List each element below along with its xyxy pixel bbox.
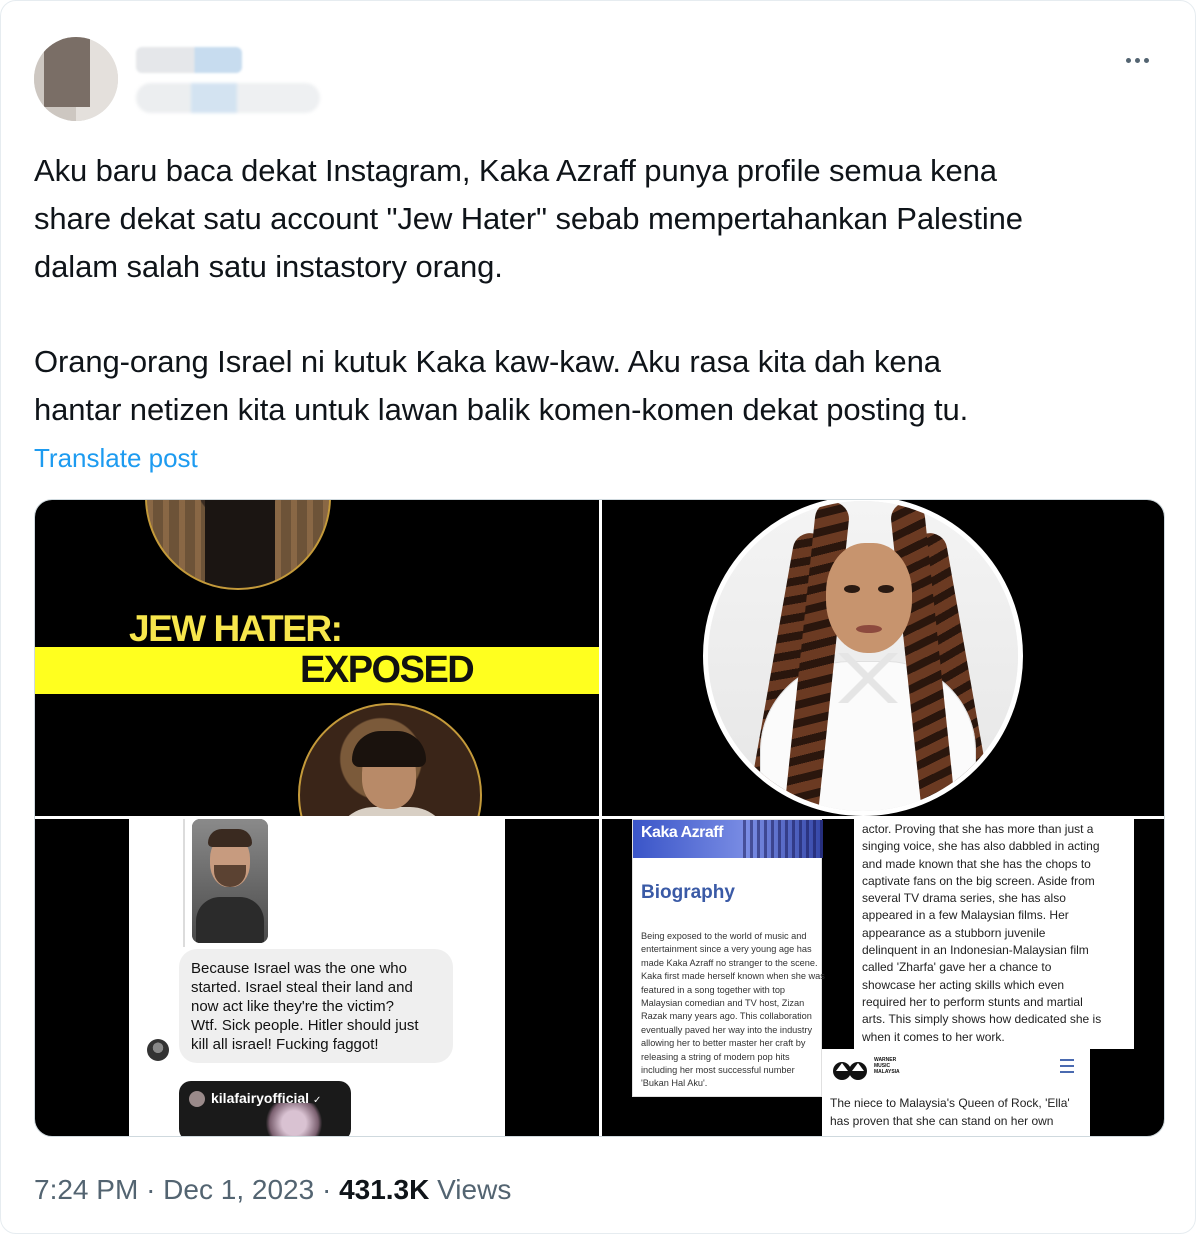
portrait-hair [352, 731, 426, 767]
header-stripes [743, 820, 823, 858]
description-page: actor. Proving that she has more than ju… [854, 819, 1134, 1049]
media-image-2[interactable] [602, 500, 1164, 816]
biography-text: Being exposed to the world of music and … [641, 931, 825, 1089]
views-label: Views [437, 1174, 512, 1205]
photo-hair [208, 829, 252, 847]
shared-photo [192, 819, 268, 943]
warner-music-logo [833, 1062, 867, 1080]
biography-title: Biography [641, 882, 735, 903]
story-preview: kilafairyofficial ✓ [179, 1081, 351, 1136]
hamburger-menu-icon [1060, 1059, 1074, 1073]
author-name-redacted[interactable] [136, 47, 242, 73]
lips [856, 625, 882, 633]
post-paragraph-1: Aku baru baca dekat Instagram, Kaka Azra… [34, 153, 1023, 284]
avatar-pixel [44, 37, 90, 107]
media-image-3[interactable]: Because Israel was the one who started. … [35, 819, 599, 1136]
meta-separator: · [321, 1174, 340, 1205]
biography-page: Kaka Azraff Biography Being exposed to t… [632, 819, 825, 1097]
post-time[interactable]: 7:24 PM [34, 1174, 138, 1205]
portrait-circle-top [145, 500, 331, 590]
story-image [259, 1103, 329, 1136]
comment-bubble: Because Israel was the one who started. … [179, 949, 453, 1063]
author-handle-redacted[interactable] [136, 83, 320, 113]
meta-separator: · [146, 1174, 164, 1205]
commenter-avatar [147, 1039, 169, 1061]
profile-photo-circle [703, 500, 1023, 816]
comment-text: Because Israel was the one who started. … [191, 960, 419, 1053]
instagram-dm-screenshot: Because Israel was the one who started. … [129, 819, 505, 1136]
warner-music-page: WARNER MUSIC MALAYSIA The niece to Malay… [822, 1049, 1090, 1136]
photo-shirt [196, 897, 264, 943]
tweet-card: Aku baru baca dekat Instagram, Kaka Azra… [0, 0, 1196, 1234]
eye [878, 585, 894, 593]
post-text: Aku baru baca dekat Instagram, Kaka Azra… [34, 147, 1174, 434]
warner-music-text: The niece to Malaysia's Queen of Rock, '… [830, 1096, 1070, 1128]
more-horizontal-icon [1125, 57, 1149, 63]
reply-line [183, 819, 185, 947]
views-count: 431.3K [339, 1174, 430, 1205]
translate-post-link[interactable]: Translate post [34, 441, 198, 475]
biography-header-title: Kaka Azraff [641, 824, 723, 841]
banner-line-1: JEW HATER: [129, 608, 343, 649]
media-image-4[interactable]: Kaka Azraff Biography Being exposed to t… [602, 819, 1164, 1136]
biography-header-image: Kaka Azraff [633, 820, 823, 858]
warner-music-logo-text: WARNER MUSIC MALAYSIA [874, 1057, 900, 1075]
story-avatar [189, 1091, 205, 1107]
shirt-collar [838, 653, 898, 703]
face [826, 543, 912, 653]
portrait-figure [205, 500, 275, 588]
post-paragraph-2: Orang-orang Israel ni kutuk Kaka kaw-kaw… [34, 344, 969, 427]
media-image-1[interactable]: JEW HATER: EXPOSED [35, 500, 599, 816]
post-meta: 7:24 PM · Dec 1, 2023 · 431.3K Views [34, 1171, 511, 1209]
eye [844, 585, 860, 593]
more-options-button[interactable] [1117, 45, 1157, 75]
media-grid: JEW HATER: EXPOSED Because Israel was th… [34, 499, 1165, 1137]
author-avatar[interactable] [34, 37, 118, 121]
banner-line-2: EXPOSED [300, 649, 475, 691]
post-date[interactable]: Dec 1, 2023 [163, 1174, 314, 1205]
portrait-circle-bottom [298, 703, 482, 816]
description-text: actor. Proving that she has more than ju… [862, 822, 1102, 1044]
